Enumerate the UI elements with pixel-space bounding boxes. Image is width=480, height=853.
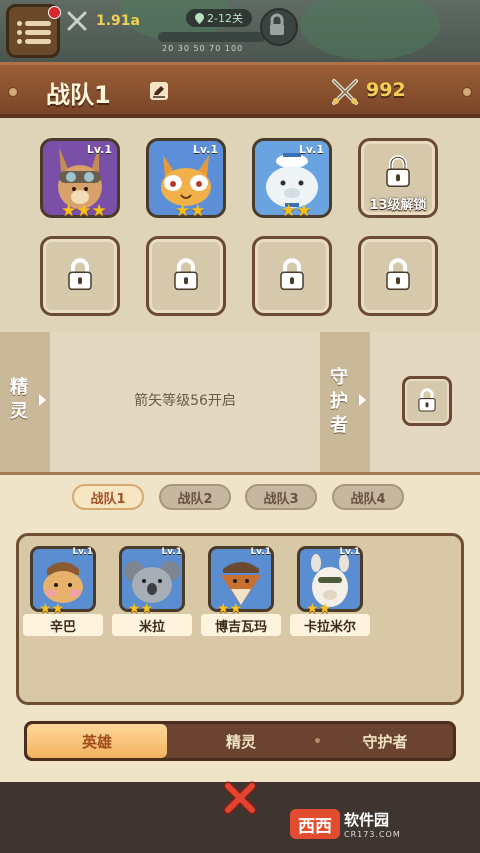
team-slot-2[interactable]: Lv.1 ★★ — [146, 138, 226, 220]
roster-card-kalamier[interactable]: Lv.1 ★★ 卡拉米尔 — [290, 546, 370, 638]
padlock-icon — [386, 258, 410, 291]
hero-level: Lv.1 — [86, 143, 112, 156]
hud-power: 1.91a — [66, 10, 140, 32]
stage-label: 2-12关 — [207, 12, 243, 25]
hero-stars: ★★ — [281, 203, 311, 220]
team-power-value: 992 — [366, 79, 406, 101]
type-tab-spirits[interactable]: 精灵 — [171, 724, 311, 758]
nail-decoration — [8, 87, 18, 97]
hero-level: Lv.1 — [298, 143, 324, 156]
location-pin-icon — [195, 12, 205, 24]
padlock-icon — [174, 258, 198, 291]
hero-stars: ★★★ — [61, 203, 107, 220]
hero-level: Lv.1 — [250, 547, 271, 557]
padlock-icon — [418, 388, 436, 412]
padlock-icon — [386, 155, 410, 187]
padlock-icon — [280, 258, 304, 291]
hero-level: Lv.1 — [161, 547, 182, 557]
bottom-bar: 西西 软件园 CR173.COM — [0, 781, 480, 853]
tab-team-2[interactable]: 战队2 — [159, 484, 231, 510]
hero-level: Lv.1 — [72, 547, 93, 557]
watermark-badge: 西西 — [290, 809, 340, 839]
team-slot-locked[interactable] — [252, 236, 332, 316]
team-slot-locked[interactable] — [146, 236, 226, 316]
site-watermark: 西西 软件园 CR173.COM — [290, 806, 460, 842]
team-slot-3[interactable]: Lv.1 ★★ — [252, 138, 332, 220]
crossed-swords-icon — [332, 79, 358, 105]
star-icon: ★★ — [281, 201, 312, 221]
hero-level: Lv.1 — [339, 547, 360, 557]
team-slot-locked-13[interactable]: 13级解锁 — [358, 138, 438, 218]
unlock-requirement: 13级解锁 — [369, 198, 427, 213]
padlock-icon — [68, 258, 92, 291]
hero-roster-list: Lv.1 ★★ 辛巴 Lv.1 ★★ 米拉 Lv.1 ★★ 博吉瓦玛 Lv.1 … — [16, 533, 464, 705]
stage-progress-track — [158, 32, 266, 42]
star-icon: ★★★ — [61, 201, 107, 221]
team-slot-1[interactable]: Lv.1 ★★★ — [40, 138, 120, 220]
spirit-guardian-band: 精灵 箭矢等级56开启 守护者 — [0, 332, 480, 472]
spirit-tab[interactable]: 精灵 — [0, 332, 50, 472]
arrow-right-icon — [359, 394, 366, 406]
guardian-tab-label: 守护者 — [330, 367, 348, 436]
hud-locked-button[interactable] — [260, 8, 298, 46]
top-hud: 1.91a 2-12关 20 30 50 70 100 — [0, 0, 480, 62]
guardian-slot-locked[interactable] — [402, 376, 452, 426]
team-slot-locked[interactable] — [358, 236, 438, 316]
team-header-bar: 战队1 992 — [0, 62, 480, 118]
type-tab-guardians[interactable]: 守护者 — [315, 724, 455, 758]
hero-name: 卡拉米尔 — [290, 614, 370, 636]
tab-team-4[interactable]: 战队4 — [332, 484, 404, 510]
tab-team-3[interactable]: 战队3 — [245, 484, 317, 510]
notification-dot — [48, 6, 61, 19]
stage-indicator[interactable]: 2-12关 — [186, 9, 252, 27]
hero-name: 博吉瓦玛 — [201, 614, 281, 636]
roster-card-mila[interactable]: Lv.1 ★★ 米拉 — [112, 546, 192, 638]
close-icon[interactable] — [214, 778, 266, 818]
arrow-right-icon — [39, 394, 46, 406]
watermark-title: 软件园 — [344, 811, 390, 829]
hero-name: 米拉 — [112, 614, 192, 636]
hero-stars: ★★ — [175, 203, 205, 220]
team-title: 战队1 — [46, 81, 111, 109]
spirit-tab-label: 精灵 — [10, 377, 28, 422]
spirit-unlock-message: 箭矢等级56开启 — [134, 393, 236, 409]
roster-card-simba[interactable]: Lv.1 ★★ 辛巴 — [23, 546, 103, 638]
pencil-icon — [153, 86, 165, 98]
hud-power-value: 1.91a — [96, 13, 140, 29]
nail-decoration — [462, 87, 472, 97]
unit-type-tabs: 英雄 精灵 守护者 — [24, 721, 456, 761]
team-slots-panel: Lv.1 ★★★ Lv.1 ★★ Lv.1 ★★ 13级解锁 — [0, 118, 480, 332]
type-tab-heroes[interactable]: 英雄 — [27, 724, 167, 758]
hero-name: 辛巴 — [23, 614, 103, 636]
roster-card-bojiwama[interactable]: Lv.1 ★★ 博吉瓦玛 — [201, 546, 281, 638]
star-icon: ★★ — [175, 201, 206, 221]
hero-level: Lv.1 — [192, 143, 218, 156]
watermark-url: CR173.COM — [344, 830, 401, 839]
tab-team-1[interactable]: 战队1 — [72, 484, 144, 510]
padlock-icon — [270, 13, 284, 35]
hud-foliage — [300, 0, 440, 60]
crossed-swords-icon — [67, 11, 87, 31]
guardian-tab[interactable]: 守护者 — [320, 332, 370, 472]
team-slot-locked[interactable] — [40, 236, 120, 316]
edit-icon[interactable] — [150, 82, 168, 100]
stage-milestones: 20 30 50 70 100 — [162, 44, 244, 53]
roster-area: 战队1 战队2 战队3 战队4 Lv.1 ★★ 辛巴 Lv.1 ★★ 米拉 Lv… — [0, 472, 480, 782]
